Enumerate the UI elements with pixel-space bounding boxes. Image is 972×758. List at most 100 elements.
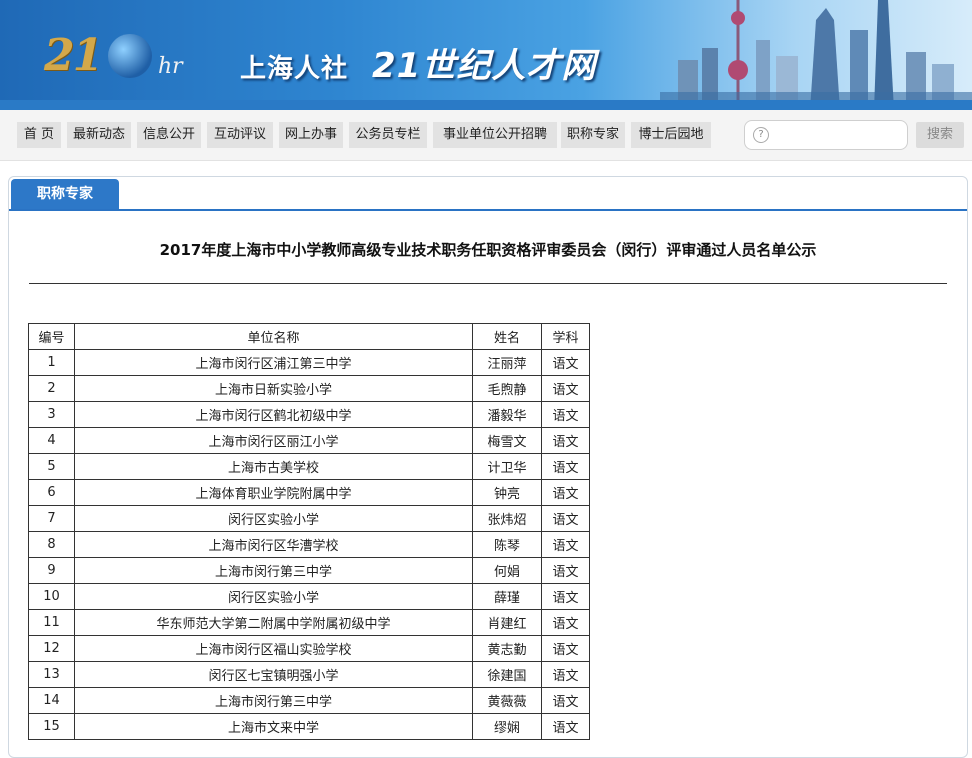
cell-subject: 语文 (541, 531, 590, 558)
cell-unit: 上海体育职业学院附属中学 (74, 479, 473, 506)
cell-unit: 上海市闵行区福山实验学校 (74, 635, 473, 662)
search-button[interactable]: 搜索 (916, 122, 964, 148)
header-unit: 单位名称 (74, 323, 473, 350)
cell-unit: 闵行区实验小学 (74, 505, 473, 532)
cell-name: 张炜炤 (472, 505, 542, 532)
cell-subject: 语文 (541, 583, 590, 610)
nav-item-online[interactable]: 网上办事 (279, 122, 343, 148)
nav-item-info[interactable]: 信息公开 (137, 122, 201, 148)
cell-number: 2 (28, 375, 75, 402)
header-name: 姓名 (472, 323, 542, 350)
cell-name: 黄志勤 (472, 635, 542, 662)
tab-title-experts[interactable]: 职称专家 (11, 179, 119, 209)
cell-number: 7 (28, 505, 75, 532)
site-city: 上海人社 (240, 54, 349, 84)
nav-item-recruitment[interactable]: 事业单位公开招聘 (433, 122, 557, 148)
header-number: 编号 (28, 323, 75, 350)
cell-name: 毛煦静 (472, 375, 542, 402)
cell-unit: 上海市闵行区丽江小学 (74, 427, 473, 454)
cell-subject: 语文 (541, 661, 590, 688)
cell-subject: 语文 (541, 453, 590, 480)
logo-hr: hr (158, 54, 183, 79)
cell-subject: 语文 (541, 505, 590, 532)
cell-unit: 闵行区实验小学 (74, 583, 473, 610)
cell-name: 梅雪文 (472, 427, 542, 454)
panel-header: 职称专家 (9, 177, 967, 211)
table-row: 5 上海市古美学校 计卫华 语文 (28, 453, 590, 480)
table-row: 3 上海市闵行区鹤北初级中学 潘毅华 语文 (28, 401, 590, 428)
cell-number: 5 (28, 453, 75, 480)
cell-name: 黄薇薇 (472, 687, 542, 714)
table-row: 14 上海市闵行第三中学 黄薇薇 语文 (28, 687, 590, 714)
cell-number: 10 (28, 583, 75, 610)
table-row: 15 上海市文来中学 缪娴 语文 (28, 713, 590, 740)
cell-name: 缪娴 (472, 713, 542, 740)
table-row: 7 闵行区实验小学 张炜炤 语文 (28, 505, 590, 532)
table-row: 8 上海市闵行区华漕学校 陈琴 语文 (28, 531, 590, 558)
cell-unit: 上海市闵行区华漕学校 (74, 531, 473, 558)
cell-name: 潘毅华 (472, 401, 542, 428)
cell-number: 3 (28, 401, 75, 428)
question-icon: ? (753, 127, 769, 143)
cell-unit: 上海市文来中学 (74, 713, 473, 740)
cell-subject: 语文 (541, 401, 590, 428)
cell-subject: 语文 (541, 479, 590, 506)
cell-number: 6 (28, 479, 75, 506)
cell-subject: 语文 (541, 375, 590, 402)
search-box: ? (744, 120, 908, 150)
banner-stripe (0, 100, 972, 110)
cell-number: 11 (28, 609, 75, 636)
site-title: 上海人社 21世纪人才网 (240, 38, 596, 87)
site-banner: 21 hr 上海人社 21世纪人才网 (0, 0, 972, 110)
cell-subject: 语文 (541, 427, 590, 454)
cell-number: 9 (28, 557, 75, 584)
cell-unit: 华东师范大学第二附属中学附属初级中学 (74, 609, 473, 636)
cell-name: 陈琴 (472, 531, 542, 558)
cell-number: 1 (28, 349, 75, 376)
table-row: 1 上海市闵行区浦江第三中学 汪丽萍 语文 (28, 349, 590, 376)
cell-number: 15 (28, 713, 75, 740)
cell-number: 12 (28, 635, 75, 662)
cell-subject: 语文 (541, 609, 590, 636)
nav-item-civil-servant[interactable]: 公务员专栏 (349, 122, 427, 148)
search-input[interactable] (773, 124, 903, 146)
table-row: 4 上海市闵行区丽江小学 梅雪文 语文 (28, 427, 590, 454)
site-name: 21世纪人才网 (372, 46, 597, 86)
nav-item-news[interactable]: 最新动态 (67, 122, 131, 148)
cell-subject: 语文 (541, 713, 590, 740)
globe-icon (108, 34, 152, 78)
cell-number: 13 (28, 661, 75, 688)
cell-unit: 闵行区七宝镇明强小学 (74, 661, 473, 688)
table-row: 13 闵行区七宝镇明强小学 徐建国 语文 (28, 661, 590, 688)
cell-number: 4 (28, 427, 75, 454)
cell-name: 钟亮 (472, 479, 542, 506)
nav-item-title-experts[interactable]: 职称专家 (561, 122, 625, 148)
cell-unit: 上海市闵行第三中学 (74, 687, 473, 714)
cell-number: 8 (28, 531, 75, 558)
cell-name: 计卫华 (472, 453, 542, 480)
table-row: 6 上海体育职业学院附属中学 钟亮 语文 (28, 479, 590, 506)
nav-item-home[interactable]: 首 页 (17, 122, 61, 148)
cell-unit: 上海市闵行第三中学 (74, 557, 473, 584)
content-panel: 职称专家 2017年度上海市中小学教师高级专业技术职务任职资格评审委员会（闵行）… (8, 176, 968, 758)
cell-unit: 上海市闵行区浦江第三中学 (74, 349, 473, 376)
nav-item-interaction[interactable]: 互动评议 (207, 122, 273, 148)
article-title: 2017年度上海市中小学教师高级专业技术职务任职资格评审委员会（闵行）评审通过人… (159, 241, 817, 259)
cell-subject: 语文 (541, 349, 590, 376)
skyline-illustration (660, 0, 972, 110)
cell-unit: 上海市古美学校 (74, 453, 473, 480)
table-row: 2 上海市日新实验小学 毛煦静 语文 (28, 375, 590, 402)
cell-subject: 语文 (541, 687, 590, 714)
site-logo[interactable]: 21 hr (38, 20, 208, 90)
table-header-row: 编号 单位名称 姓名 学科 (28, 323, 590, 350)
cell-name: 何娟 (472, 557, 542, 584)
table-row: 10 闵行区实验小学 薛瑾 语文 (28, 583, 590, 610)
table-row: 12 上海市闵行区福山实验学校 黄志勤 语文 (28, 635, 590, 662)
nav-item-postdoc[interactable]: 博士后园地 (631, 122, 711, 148)
table-row: 11 华东师范大学第二附属中学附属初级中学 肖建红 语文 (28, 609, 590, 636)
cell-name: 肖建红 (472, 609, 542, 636)
cell-subject: 语文 (541, 557, 590, 584)
result-table: 编号 单位名称 姓名 学科 1 上海市闵行区浦江第三中学 汪丽萍 语文 2 上海市日新实验… (28, 323, 590, 740)
table-row: 9 上海市闵行第三中学 何娟 语文 (28, 557, 590, 584)
cell-number: 14 (28, 687, 75, 714)
